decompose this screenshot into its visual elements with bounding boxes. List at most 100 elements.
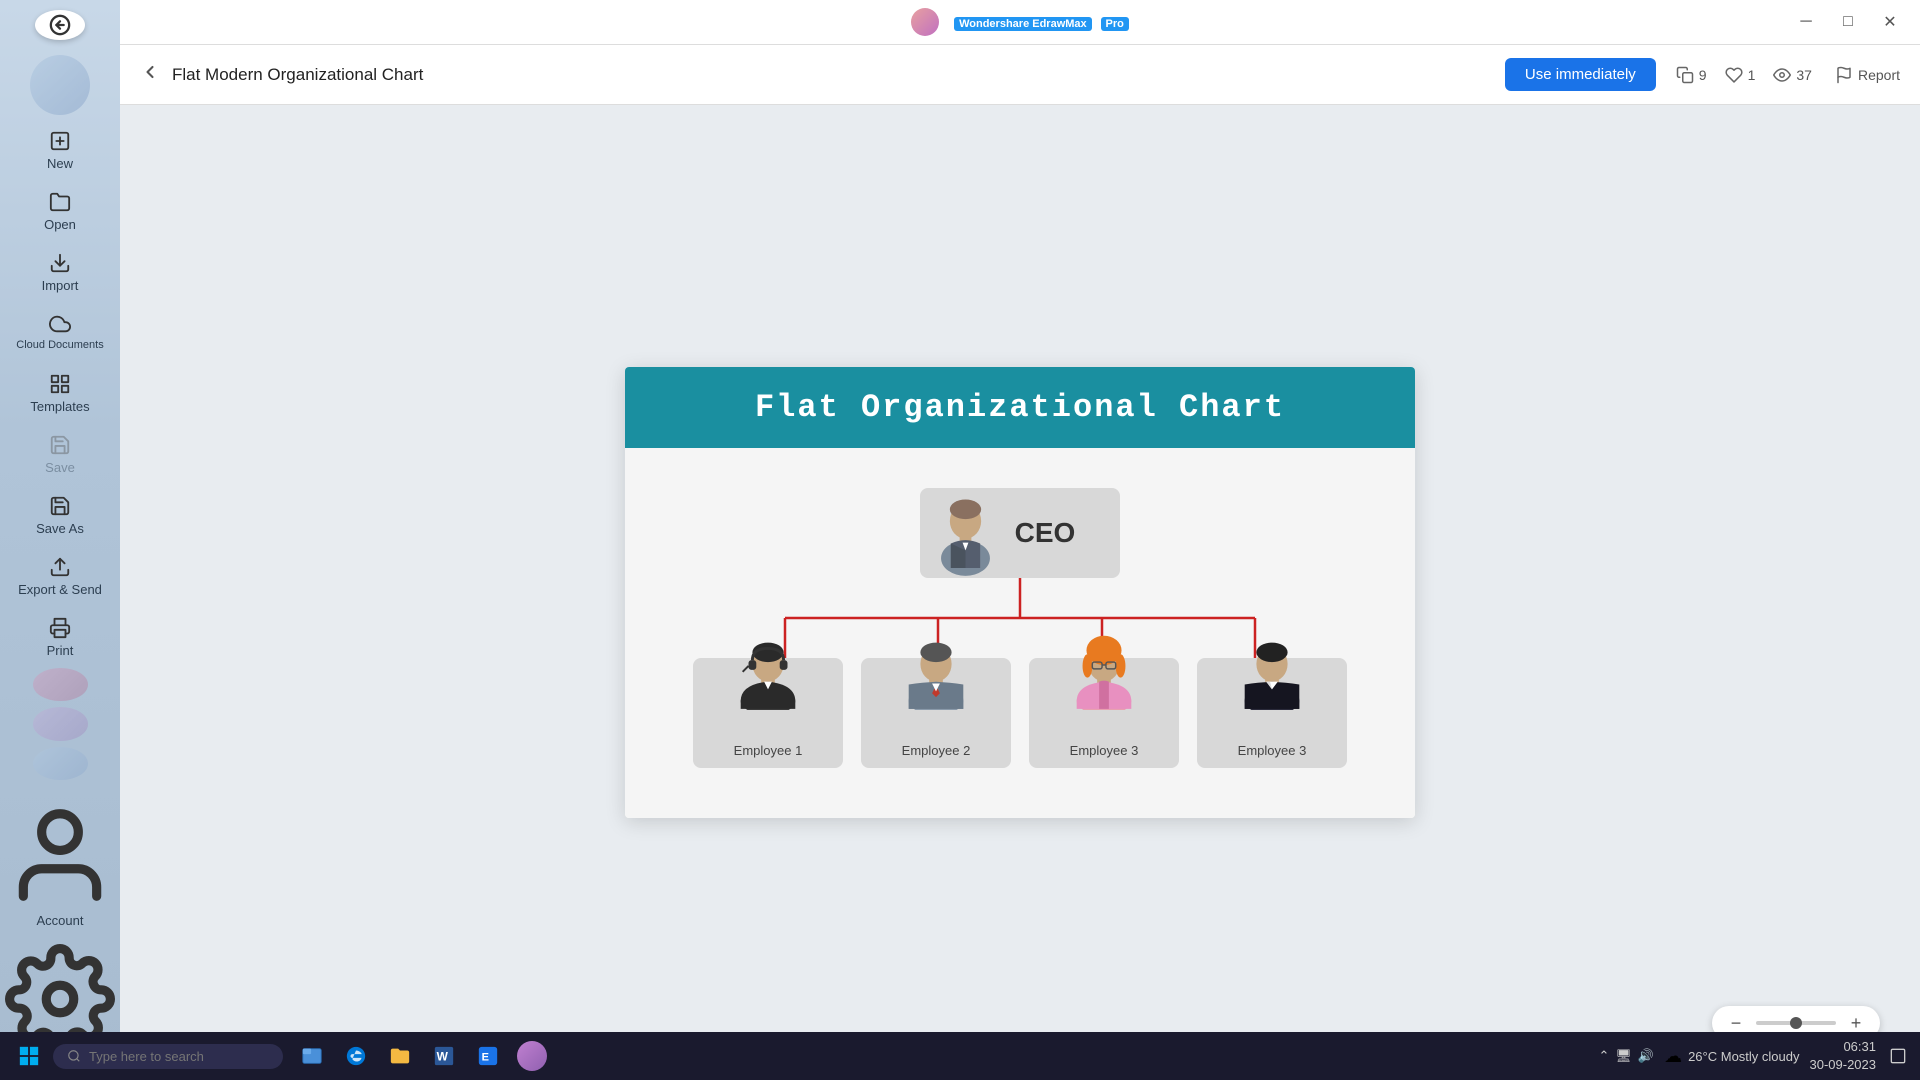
taskbar-app-word[interactable]: W	[425, 1037, 463, 1075]
employee-4-avatar	[1233, 620, 1311, 710]
chevron-up-icon[interactable]: ⌃	[1598, 1048, 1609, 1064]
svg-text:E: E	[482, 1052, 489, 1064]
header-back-button[interactable]	[140, 62, 160, 88]
employee-box-4: Employee 3	[1197, 658, 1347, 768]
likes-stat[interactable]: 1	[1725, 66, 1756, 84]
title-bar: Wondershare EdrawMax Pro ─ □ ✕	[120, 0, 1920, 45]
weather-icon: ☁	[1664, 1046, 1682, 1067]
sidebar-item-cloud[interactable]: Cloud Documents	[0, 303, 120, 362]
sidebar-label: Import	[42, 278, 79, 293]
volume-icon[interactable]: 🔊	[1638, 1048, 1654, 1064]
search-bar[interactable]	[53, 1044, 283, 1069]
edge-icon	[345, 1045, 367, 1067]
grid-icon	[49, 373, 71, 395]
ceo-box: CEO	[920, 488, 1120, 578]
likes-count: 1	[1748, 67, 1756, 83]
report-button[interactable]: Report	[1835, 66, 1900, 84]
person-icon	[5, 800, 115, 910]
weather-text: 26°C Mostly cloudy	[1688, 1049, 1799, 1064]
decorative-circle-4	[33, 747, 88, 780]
save-icon	[49, 434, 71, 456]
decorative-circle-1	[30, 55, 90, 115]
heart-icon	[1725, 66, 1743, 84]
copies-stat[interactable]: 9	[1676, 66, 1707, 84]
header-bar: Flat Modern Organizational Chart Use imm…	[120, 45, 1920, 105]
sidebar-label: Cloud Documents	[16, 339, 103, 352]
employee-label-3: Employee 3	[1070, 743, 1139, 758]
close-button[interactable]: ✕	[1875, 7, 1905, 37]
notification-button[interactable]	[1886, 1044, 1910, 1068]
search-icon	[67, 1049, 81, 1063]
start-button[interactable]	[10, 1037, 48, 1075]
employee-label-4: Employee 3	[1238, 743, 1307, 758]
save-as-icon	[49, 495, 71, 517]
cloud-icon	[49, 313, 71, 335]
employee-box-3: Employee 3	[1029, 658, 1179, 768]
sidebar-label: Account	[37, 913, 84, 928]
system-tray: ⌃ 🖥 🔊	[1598, 1048, 1654, 1064]
sidebar: New Open Import Cloud Documents Template…	[0, 0, 120, 1080]
chart-title: Flat Organizational Chart	[655, 389, 1385, 426]
views-count: 37	[1796, 67, 1812, 83]
sidebar-label: Save As	[36, 521, 84, 536]
chart-content: CEO	[625, 448, 1415, 818]
plus-square-icon	[49, 130, 71, 152]
eye-icon	[1773, 66, 1791, 84]
views-stat[interactable]: 37	[1773, 66, 1812, 84]
taskbar-apps: W E	[293, 1037, 547, 1075]
taskbar-app-edge[interactable]	[337, 1037, 375, 1075]
report-label: Report	[1858, 67, 1900, 83]
app-title: Wondershare EdrawMax Pro	[949, 14, 1129, 30]
decorative-circle-3	[33, 707, 88, 740]
sidebar-item-import[interactable]: Import	[0, 242, 120, 303]
taskbar-user-avatar[interactable]	[517, 1041, 547, 1071]
restore-button[interactable]: □	[1833, 7, 1863, 37]
avatar	[911, 8, 939, 36]
zoom-slider[interactable]	[1756, 1021, 1836, 1025]
taskbar-app-explorer[interactable]	[293, 1037, 331, 1075]
sidebar-item-print[interactable]: Print	[0, 607, 120, 668]
employee-label-2: Employee 2	[902, 743, 971, 758]
sidebar-label: Print	[47, 643, 74, 658]
employee-2-avatar	[897, 620, 975, 710]
chart-header: Flat Organizational Chart	[625, 367, 1415, 448]
diagram-canvas: Flat Organizational Chart	[625, 367, 1415, 818]
sidebar-item-account[interactable]: Account	[0, 792, 120, 936]
taskbar-right: ⌃ 🖥 🔊 ☁ 26°C Mostly cloudy 06:31 30-09-2…	[1598, 1038, 1910, 1074]
weather-area: ☁ 26°C Mostly cloudy	[1664, 1046, 1799, 1067]
back-button[interactable]	[35, 10, 85, 40]
taskbar-app-edraw[interactable]: E	[469, 1037, 507, 1075]
decorative-circle-2	[33, 668, 88, 701]
network-icon[interactable]: 🖥	[1615, 1048, 1632, 1064]
sidebar-item-export[interactable]: Export & Send	[0, 546, 120, 607]
word-icon: W	[433, 1045, 455, 1067]
windows-icon	[18, 1045, 40, 1067]
clock: 06:31 30-09-2023	[1810, 1038, 1877, 1074]
sidebar-item-new[interactable]: New	[0, 120, 120, 181]
minimize-button[interactable]: ─	[1791, 7, 1821, 37]
flag-icon	[1835, 66, 1853, 84]
copies-count: 9	[1699, 67, 1707, 83]
copy-icon	[1676, 66, 1694, 84]
main-canvas: Flat Organizational Chart	[120, 105, 1920, 1080]
stats-area: 9 1 37 Report	[1676, 66, 1900, 84]
zoom-dot	[1790, 1017, 1802, 1029]
sidebar-item-saveas[interactable]: Save As	[0, 485, 120, 546]
app-name: Wondershare EdrawMax	[954, 17, 1092, 31]
taskbar-app-files[interactable]	[381, 1037, 419, 1075]
employee-box-1: Employee 1	[693, 658, 843, 768]
taskbar: W E ⌃ 🖥 🔊 ☁ 26°C Mostly cloudy 06:31 30-…	[0, 1032, 1920, 1080]
sidebar-item-templates[interactable]: Templates	[0, 363, 120, 424]
employee-row: Employee 1	[693, 658, 1347, 768]
files-icon	[389, 1045, 411, 1067]
search-input[interactable]	[89, 1049, 269, 1064]
sidebar-item-save: Save	[0, 424, 120, 485]
page-title: Flat Modern Organizational Chart	[172, 65, 1505, 85]
print-icon	[49, 617, 71, 639]
sidebar-item-open[interactable]: Open	[0, 181, 120, 242]
svg-text:W: W	[437, 1050, 449, 1064]
employee-1-avatar	[729, 620, 807, 710]
export-icon	[49, 556, 71, 578]
import-icon	[49, 252, 71, 274]
use-immediately-button[interactable]: Use immediately	[1505, 58, 1656, 91]
